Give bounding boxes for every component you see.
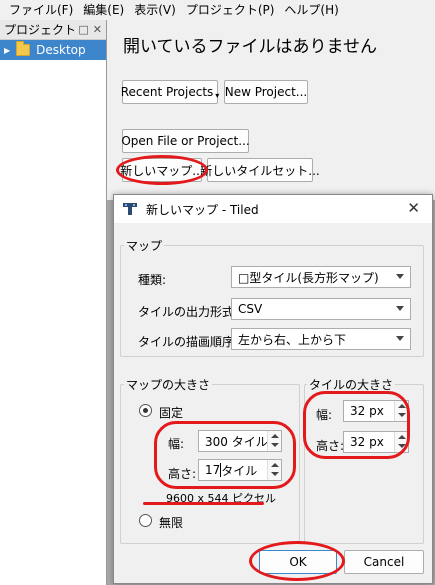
map-width-label: 幅:	[168, 437, 185, 451]
menu-file[interactable]: ファイル(F)	[4, 0, 78, 20]
recent-projects-label: Recent Projects	[120, 85, 214, 99]
map-size-group-label: マップの大きさ	[124, 376, 213, 393]
tile-width-label: 幅:	[316, 408, 333, 422]
render-order-label: タイルの描画順序:	[138, 335, 239, 349]
chevron-down-icon	[396, 336, 404, 341]
project-panel: プロジェクト □ ✕ ▶ Desktop	[0, 20, 107, 585]
arrow-down-icon	[271, 443, 279, 447]
menu-edit[interactable]: 編集(E)	[78, 0, 129, 20]
cancel-button[interactable]: Cancel	[344, 550, 424, 574]
new-map-button[interactable]: 新しいマップ...	[120, 158, 204, 182]
annotation-underline-pixels	[143, 502, 264, 505]
render-order-value: 左から右、上から下	[238, 332, 347, 347]
orientation-value: □型タイル(長方形マップ)	[238, 270, 379, 285]
dialog-title: 新しいマップ - Tiled	[146, 202, 259, 217]
tile-height-label: 高さ:	[316, 439, 345, 453]
chevron-down-icon	[396, 306, 404, 311]
fixed-size-radio[interactable]	[139, 404, 152, 417]
map-height-spinbox[interactable]: 17 タイル	[198, 459, 282, 481]
render-order-select[interactable]: 左から右、上から下	[231, 328, 411, 350]
infinite-size-label: 無限	[159, 516, 184, 530]
menu-bar: ファイル(F) 編集(E) 表示(V) プロジェクト(P) ヘルプ(H)	[0, 0, 435, 20]
infinite-size-radio[interactable]	[139, 514, 152, 527]
spinner-buttons[interactable]	[267, 431, 281, 451]
spinner-buttons[interactable]	[394, 432, 408, 452]
float-panel-icon[interactable]: □	[78, 23, 88, 36]
map-width-value: 300 タイル	[205, 434, 268, 449]
spinner-buttons[interactable]	[394, 401, 408, 421]
arrow-up-icon	[398, 435, 406, 439]
menu-help[interactable]: ヘルプ(H)	[279, 0, 343, 20]
ok-button[interactable]: OK	[259, 550, 337, 574]
close-panel-icon[interactable]: ✕	[93, 23, 102, 36]
chevron-down-icon	[396, 274, 404, 279]
new-project-button[interactable]: New Project...	[224, 80, 308, 104]
project-panel-title: プロジェクト	[4, 23, 77, 37]
map-height-unit: タイル	[221, 463, 258, 478]
menu-project[interactable]: プロジェクト(P)	[181, 0, 280, 20]
tile-height-spinbox[interactable]: 32 px	[343, 431, 409, 453]
map-width-spinbox[interactable]: 300 タイル	[198, 430, 282, 452]
orientation-label: 種類:	[138, 273, 167, 287]
arrow-up-icon	[271, 434, 279, 438]
tile-format-label: タイルの出力形式:	[138, 305, 239, 319]
close-icon[interactable]: ✕	[407, 199, 420, 217]
project-panel-header: プロジェクト □ ✕	[0, 20, 106, 40]
arrow-down-icon	[398, 444, 406, 448]
tile-size-group-label: タイルの大きさ	[307, 376, 396, 393]
arrow-down-icon	[398, 413, 406, 417]
map-height-value: 17	[205, 463, 221, 477]
map-height-label: 高さ:	[168, 467, 197, 481]
arrow-up-icon	[271, 463, 279, 467]
new-map-dialog: 新しいマップ - Tiled ✕ マップ 種類: □型タイル(長方形マップ) タ…	[113, 194, 433, 584]
tile-width-spinbox[interactable]: 32 px	[343, 400, 409, 422]
menu-view[interactable]: 表示(V)	[129, 0, 181, 20]
tile-height-value: 32 px	[350, 435, 384, 449]
open-file-button[interactable]: Open File or Project...	[121, 129, 250, 153]
tile-format-select[interactable]: CSV	[231, 298, 411, 320]
orientation-select[interactable]: □型タイル(長方形マップ)	[231, 266, 411, 288]
tree-item-desktop[interactable]: ▶ Desktop	[0, 40, 106, 60]
fixed-size-label: 固定	[159, 406, 184, 420]
arrow-up-icon	[398, 404, 406, 408]
no-files-title: 開いているファイルはありません	[123, 37, 377, 57]
map-group-label: マップ	[124, 237, 165, 254]
spinner-buttons[interactable]	[267, 460, 281, 480]
expand-arrow-icon[interactable]: ▶	[4, 46, 10, 55]
new-tileset-button[interactable]: 新しいタイルセット...	[200, 158, 320, 182]
tiled-app-icon	[122, 202, 138, 216]
folder-icon	[16, 41, 31, 56]
dialog-titlebar: 新しいマップ - Tiled ✕	[114, 195, 432, 223]
tile-width-value: 32 px	[350, 404, 384, 418]
arrow-down-icon	[271, 472, 279, 476]
tree-item-label: Desktop	[36, 43, 86, 57]
dropdown-arrow-icon: ▾	[215, 90, 220, 100]
tile-format-value: CSV	[238, 302, 263, 316]
recent-projects-button[interactable]: Recent Projects ▾	[120, 80, 220, 104]
